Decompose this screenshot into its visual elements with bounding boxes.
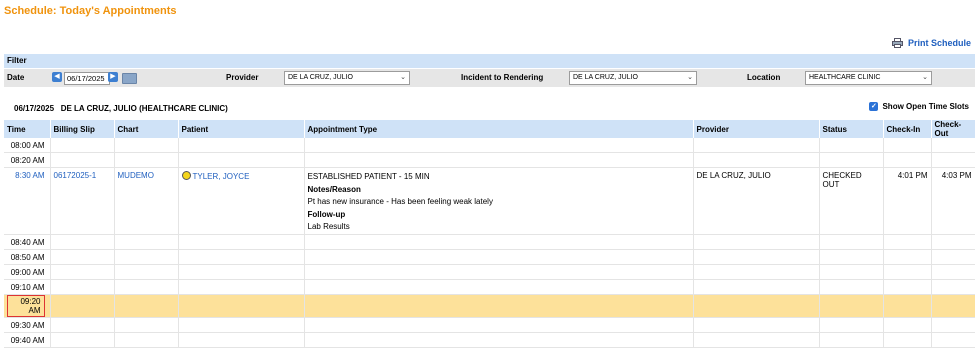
- time-cell: 09:30 AM: [4, 317, 51, 333]
- print-schedule-link[interactable]: Print Schedule: [891, 38, 971, 48]
- selected-time-cell[interactable]: 09:20 AM: [7, 295, 45, 317]
- time-cell: 09:10 AM: [4, 279, 51, 295]
- schedule-table: Time Billing Slip Chart Patient Appointm…: [4, 120, 975, 348]
- check-in-cell: 4:01 PM: [883, 167, 932, 235]
- notes-label: Notes/Reason: [307, 184, 361, 194]
- prev-date-icon[interactable]: ◀: [52, 72, 62, 82]
- chevron-down-icon: ⌄: [922, 74, 928, 81]
- followup-label: Follow-up: [307, 209, 346, 219]
- printer-icon: [891, 38, 903, 48]
- incident-label: Incident to Rendering: [461, 73, 544, 82]
- table-row[interactable]: 08:50 AM: [4, 249, 975, 265]
- table-row[interactable]: 09:40 AM: [4, 332, 975, 348]
- status-dot-icon: [181, 171, 191, 180]
- column-header[interactable]: Chart: [114, 120, 179, 138]
- provider-select-value: DE LA CRUZ, JULIO: [288, 74, 353, 81]
- time-cell: 09:40 AM: [4, 332, 51, 348]
- filter-header: Filter: [4, 54, 975, 68]
- provider-cell: DE LA CRUZ, JULIO: [693, 167, 820, 235]
- table-row[interactable]: 08:40 AM: [4, 234, 975, 250]
- selected-table-row[interactable]: 09:20 AM: [4, 294, 975, 318]
- next-date-icon[interactable]: ▶: [108, 72, 118, 82]
- table-row[interactable]: 09:30 AM: [4, 317, 975, 333]
- time-cell: 09:00 AM: [4, 264, 51, 280]
- time-cell: 08:40 AM: [4, 234, 51, 250]
- show-open-slots-toggle[interactable]: ✓ Show Open Time Slots: [869, 102, 969, 111]
- location-label: Location: [747, 73, 781, 82]
- print-schedule-label: Print Schedule: [907, 38, 971, 48]
- appointment-row[interactable]: 8:30 AM 06172025-1 MUDEMO TYLER, JOYCE E…: [4, 167, 975, 235]
- date-label: Date: [7, 73, 25, 82]
- chevron-down-icon: ⌄: [687, 74, 693, 81]
- billing-slip-link[interactable]: 06172025-1: [54, 171, 97, 180]
- table-row[interactable]: 08:00 AM: [4, 138, 975, 153]
- table-row[interactable]: 09:10 AM: [4, 279, 975, 295]
- location-select[interactable]: HEALTHCARE CLINIC ⌄: [805, 71, 932, 85]
- column-header[interactable]: Status: [819, 120, 884, 138]
- column-header[interactable]: Billing Slip: [50, 120, 115, 138]
- checkbox-checked-icon[interactable]: ✓: [869, 102, 879, 111]
- status-cell: CHECKED OUT: [819, 167, 884, 235]
- table-row[interactable]: 08:20 AM: [4, 152, 975, 168]
- page-title: Schedule: Today's Appointments: [4, 5, 177, 17]
- followup-text: Lab Results: [307, 222, 350, 231]
- time-cell: 08:20 AM: [4, 152, 51, 168]
- chart-link[interactable]: MUDEMO: [118, 171, 154, 180]
- incident-select-value: DE LA CRUZ, JULIO: [573, 74, 638, 81]
- provider-select[interactable]: DE LA CRUZ, JULIO ⌄: [284, 71, 410, 85]
- table-row[interactable]: 09:00 AM: [4, 264, 975, 280]
- column-header[interactable]: Appointment Type: [304, 120, 694, 138]
- date-input[interactable]: 06/17/2025: [64, 72, 110, 85]
- notes-text: Pt has new insurance - Has been feeling …: [307, 197, 493, 206]
- column-header[interactable]: Check-In: [883, 120, 932, 138]
- column-header[interactable]: Patient: [178, 120, 305, 138]
- patient-link[interactable]: TYLER, JOYCE: [193, 172, 250, 181]
- table-header-row: Time Billing Slip Chart Patient Appointm…: [4, 120, 975, 138]
- appointment-type: ESTABLISHED PATIENT - 15 MIN: [307, 172, 430, 181]
- column-header[interactable]: Check-Out: [931, 120, 975, 138]
- calendar-icon[interactable]: [122, 73, 137, 84]
- location-select-value: HEALTHCARE CLINIC: [809, 74, 881, 81]
- time-cell: 08:00 AM: [4, 138, 51, 153]
- appointment-time-link[interactable]: 8:30 AM: [15, 171, 44, 180]
- chevron-down-icon: ⌄: [400, 74, 406, 81]
- check-out-cell: 4:03 PM: [931, 167, 975, 235]
- show-open-slots-label: Show Open Time Slots: [882, 102, 969, 111]
- column-header[interactable]: Provider: [693, 120, 820, 138]
- provider-label: Provider: [226, 73, 259, 82]
- schedule-header: 06/17/2025 DE LA CRUZ, JULIO (HEALTHCARE…: [14, 104, 228, 113]
- time-cell: 08:50 AM: [4, 249, 51, 265]
- incident-select[interactable]: DE LA CRUZ, JULIO ⌄: [569, 71, 697, 85]
- filter-row: Date ◀ 06/17/2025 ▶ Provider DE LA CRUZ,…: [4, 69, 975, 87]
- column-header[interactable]: Time: [4, 120, 51, 138]
